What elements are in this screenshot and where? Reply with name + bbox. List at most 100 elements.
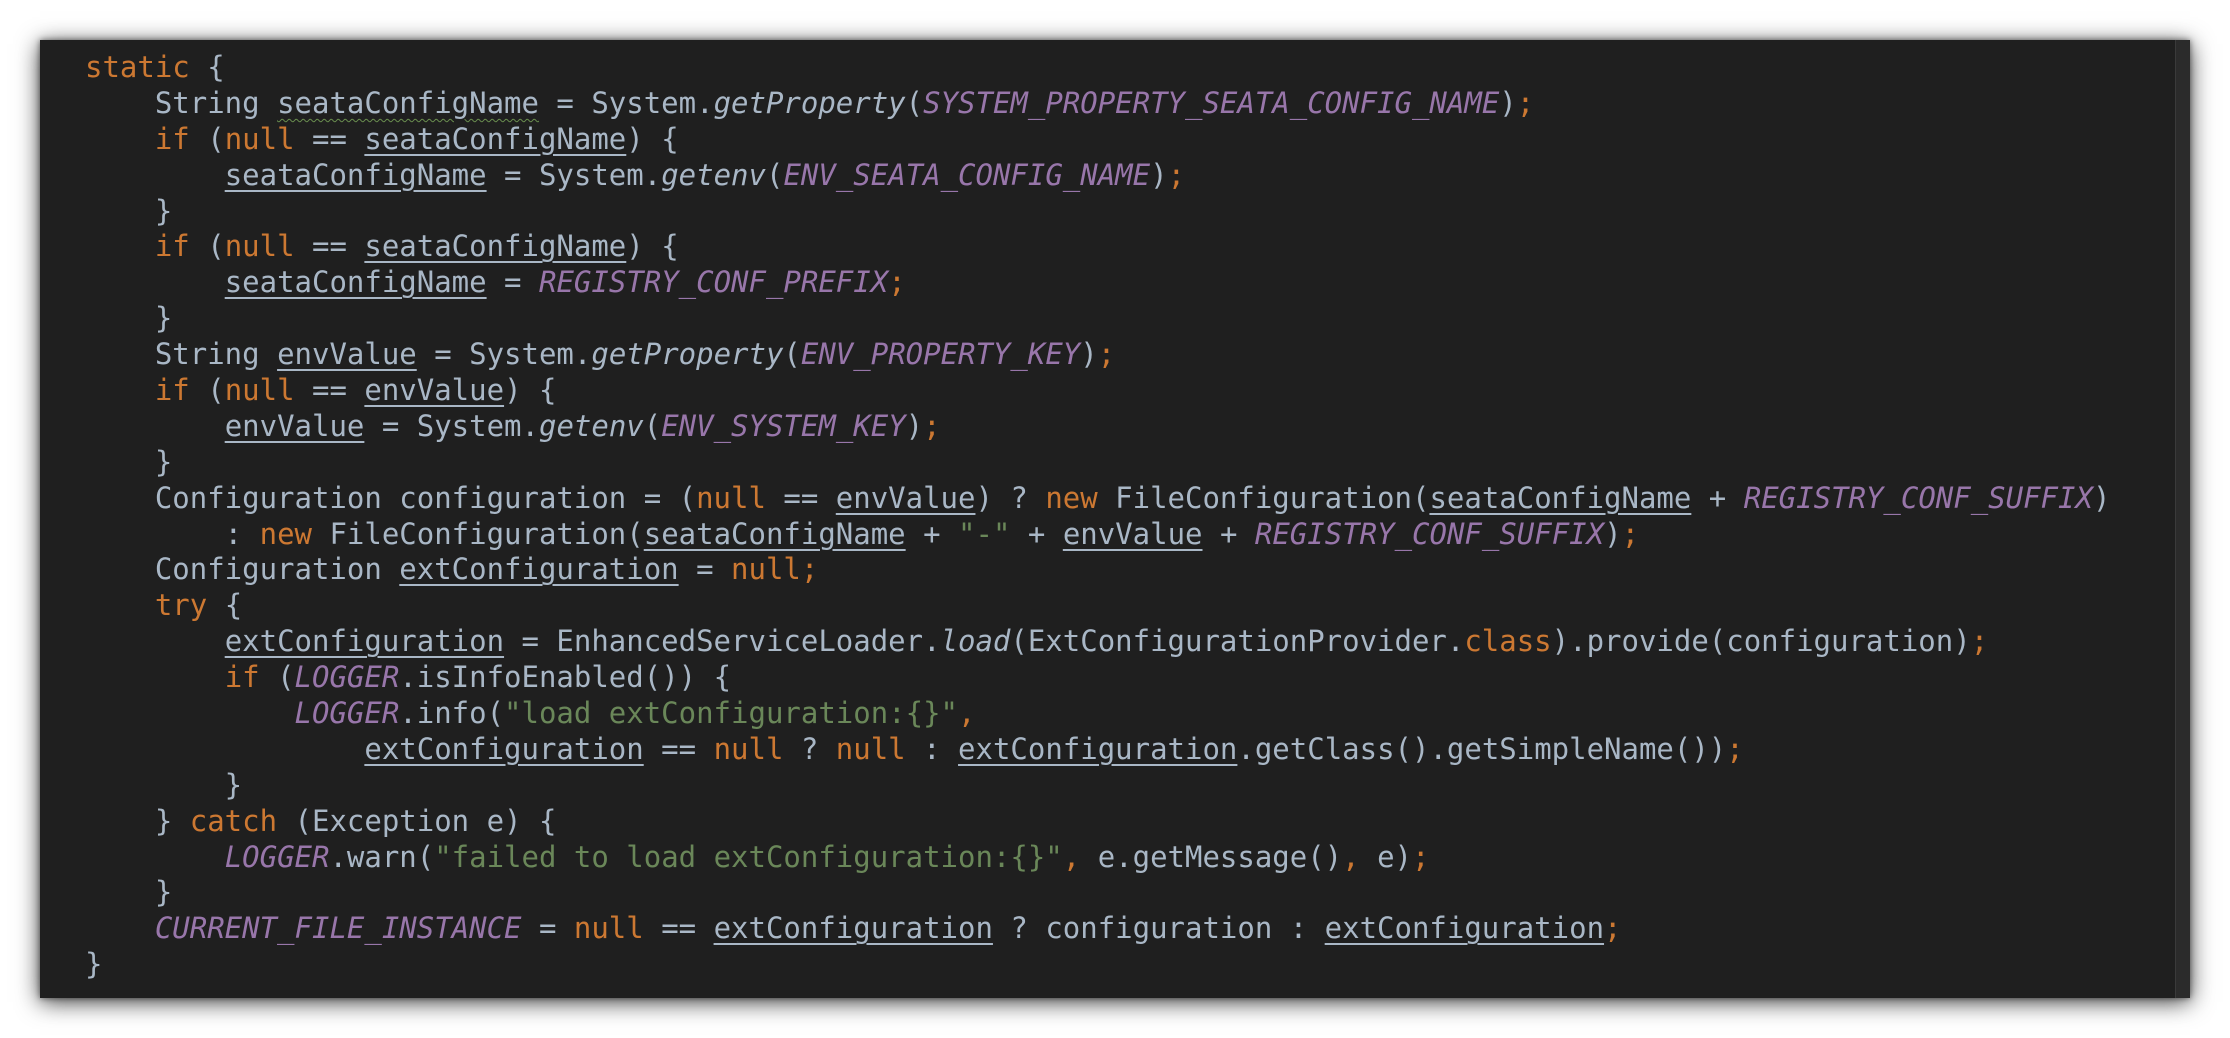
- code-line: try {: [85, 588, 2110, 624]
- code-token: (Exception e) {: [277, 803, 557, 838]
- code-token: ): [905, 408, 924, 443]
- code-line: Configuration extConfiguration = null;: [85, 552, 2110, 588]
- code-token: }: [85, 301, 173, 336]
- code-token: Configuration: [85, 552, 400, 587]
- string-literal-token: "-": [958, 516, 1011, 551]
- keyword-token: class: [1464, 624, 1552, 659]
- constant-token: ENV_SEATA_CONFIG_NAME: [783, 157, 1151, 192]
- code-token: +: [1202, 516, 1255, 551]
- code-token: }: [85, 767, 243, 802]
- code-line: extConfiguration == null ? null : extCon…: [85, 732, 2110, 768]
- code-token: e.getMessage(): [1080, 839, 1343, 874]
- variable-token: extConfiguration: [224, 624, 505, 659]
- keyword-token: null: [696, 480, 766, 515]
- keyword-token: if: [154, 229, 190, 264]
- code-token: ) {: [626, 229, 679, 264]
- code-token: (: [189, 121, 225, 156]
- constant-token: ENV_PROPERTY_KEY: [800, 337, 1081, 372]
- variable-warning-token: seataConfigName: [277, 85, 539, 120]
- code-token: :: [85, 516, 260, 551]
- code-token: }: [85, 193, 173, 228]
- variable-token: seataConfigName: [364, 229, 627, 264]
- keyword-token: null: [224, 121, 295, 156]
- code-line: if (null == seataConfigName) {: [85, 229, 2110, 265]
- punctuation-token: ;: [1604, 911, 1622, 946]
- keyword-token: null: [835, 731, 906, 766]
- code-line: if (null == envValue) {: [85, 373, 2110, 409]
- code-token: +: [1010, 516, 1063, 551]
- code-token: = System.: [364, 408, 539, 443]
- code-token: = EnhancedServiceLoader.: [504, 624, 941, 659]
- code-token: (ExtConfigurationProvider.: [1010, 624, 1465, 659]
- keyword-token: new: [1045, 480, 1098, 515]
- code-token: Configuration configuration = (: [85, 480, 697, 515]
- code-token: }: [85, 444, 173, 479]
- constant-token: REGISTRY_CONF_SUFFIX: [1743, 480, 2093, 515]
- editor-scrollbar[interactable]: [2175, 40, 2190, 998]
- keyword-token: null: [731, 552, 801, 587]
- string-literal-token: "load extConfiguration:{}": [504, 696, 958, 731]
- variable-token: seataConfigName: [224, 265, 487, 300]
- code-token: (: [259, 660, 295, 695]
- variable-token: seataConfigName: [364, 121, 627, 156]
- code-token: String: [85, 85, 278, 120]
- code-token: = System.: [416, 337, 592, 372]
- punctuation-token: ;: [1412, 839, 1430, 874]
- variable-token: extConfiguration: [713, 911, 993, 946]
- code-token: FileConfiguration(: [1097, 480, 1430, 515]
- code-line: static {: [85, 50, 2110, 86]
- code-token: +: [905, 516, 959, 551]
- code-line: if (null == seataConfigName) {: [85, 122, 2110, 158]
- code-line: } catch (Exception e) {: [85, 804, 2110, 840]
- code-token: (: [189, 373, 225, 408]
- code-token: ==: [643, 731, 714, 766]
- code-token: .info(: [399, 696, 505, 731]
- keyword-token: static: [85, 50, 190, 84]
- code-token: ): [1150, 157, 1168, 192]
- code-token: =: [486, 265, 539, 300]
- code-line: }: [85, 947, 2110, 983]
- code-token: ): [1499, 85, 1517, 120]
- string-literal-token: "failed to load extConfiguration:{}": [434, 839, 1063, 874]
- code-token: ==: [765, 480, 836, 515]
- variable-token: envValue: [277, 337, 417, 372]
- code-token: =: [678, 552, 732, 587]
- code-editor[interactable]: static { String seataConfigName = System…: [85, 50, 2110, 983]
- code-line: LOGGER.warn("failed to load extConfigura…: [85, 840, 2110, 876]
- code-line: }: [85, 875, 2110, 911]
- punctuation-token: ;: [888, 265, 906, 300]
- code-token: (: [765, 157, 784, 192]
- code-token: = System.: [486, 157, 662, 192]
- constant-token: REGISTRY_CONF_PREFIX: [538, 265, 889, 300]
- code-token: ) ?: [975, 480, 1046, 515]
- code-token: +: [1691, 480, 1744, 515]
- keyword-token: new: [259, 516, 312, 551]
- constant-token: ENV_SYSTEM_KEY: [661, 408, 906, 443]
- code-token: =: [521, 911, 574, 946]
- code-token: ?: [783, 731, 836, 766]
- code-token: e): [1359, 839, 1412, 874]
- punctuation-token: ,: [1062, 839, 1081, 874]
- code-token: (: [783, 337, 801, 372]
- keyword-token: catch: [189, 803, 278, 838]
- variable-token: extConfiguration: [399, 552, 679, 587]
- code-token: ==: [294, 373, 365, 408]
- code-line: CURRENT_FILE_INSTANCE = null == extConfi…: [85, 911, 2110, 947]
- code-token: String: [85, 337, 278, 372]
- constant-token: REGISTRY_CONF_SUFFIX: [1254, 516, 1605, 551]
- keyword-token: if: [224, 660, 260, 695]
- code-line: envValue = System.getenv(ENV_SYSTEM_KEY)…: [85, 409, 2110, 445]
- code-token: FileConfiguration(: [312, 516, 644, 551]
- punctuation-token: ;: [1970, 624, 1989, 659]
- code-token: = System.: [538, 85, 714, 120]
- code-token: (: [905, 85, 924, 120]
- code-line: LOGGER.info("load extConfiguration:{}",: [85, 696, 2110, 732]
- static-method-token: getProperty: [713, 85, 906, 120]
- code-token: }: [85, 875, 173, 910]
